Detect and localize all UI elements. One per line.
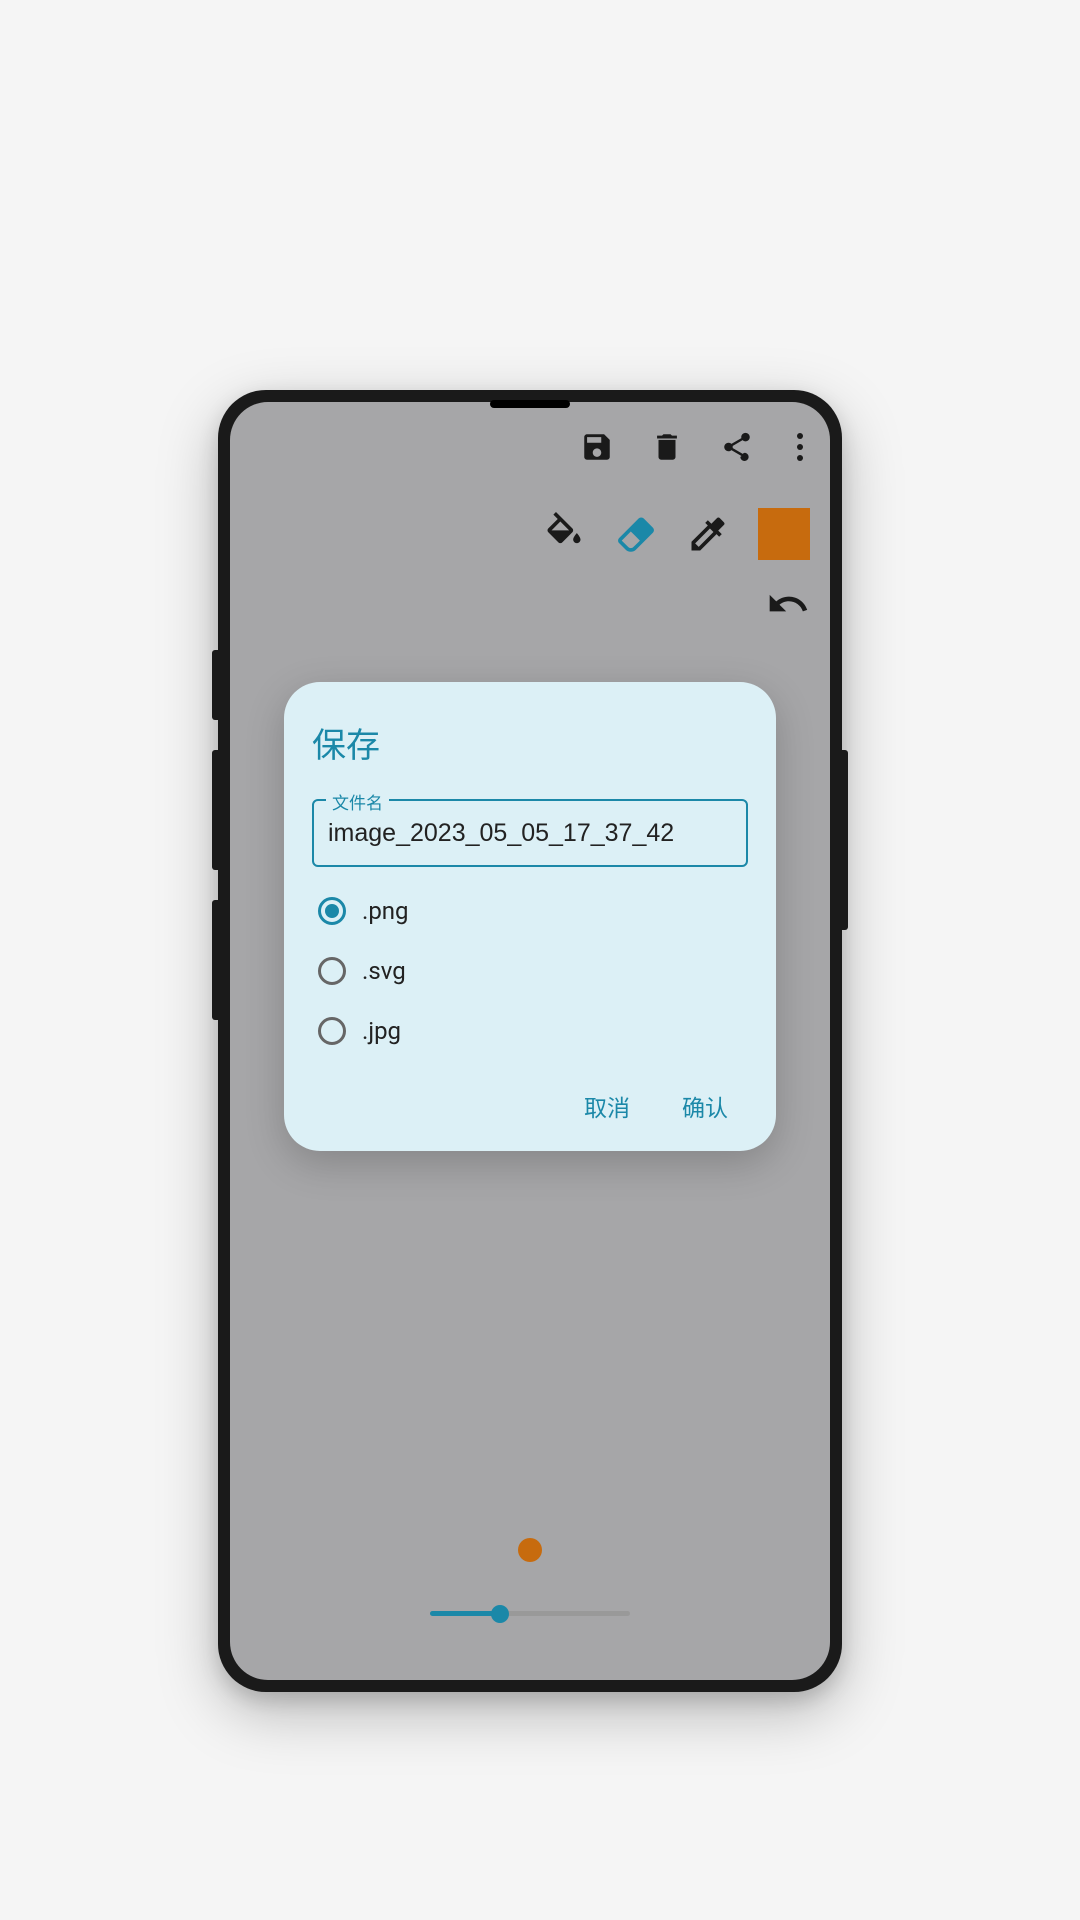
eyedropper-icon[interactable] xyxy=(686,512,730,556)
filename-input-wrapper: 文件名 xyxy=(312,799,748,867)
filename-label: 文件名 xyxy=(326,789,389,814)
format-radio-png[interactable]: .png xyxy=(318,897,748,925)
save-dialog: 保存 文件名 .png .svg .jpg xyxy=(284,682,776,1151)
phone-notch xyxy=(490,400,570,408)
slider-thumb[interactable] xyxy=(491,1605,509,1623)
color-swatch[interactable] xyxy=(758,508,810,560)
confirm-button[interactable]: 确认 xyxy=(682,1089,728,1123)
radio-circle-icon xyxy=(318,897,346,925)
radio-circle-icon xyxy=(318,957,346,985)
app-screen: 保存 文件名 .png .svg .jpg xyxy=(230,402,830,1680)
trash-icon[interactable] xyxy=(650,430,684,464)
dialog-title: 保存 xyxy=(312,718,748,767)
save-icon[interactable] xyxy=(580,430,614,464)
share-icon[interactable] xyxy=(720,430,754,464)
brush-size-preview xyxy=(518,1538,542,1562)
tools-row xyxy=(542,508,810,560)
dialog-actions: 取消 确认 xyxy=(312,1089,748,1123)
phone-side-button xyxy=(212,650,218,720)
undo-icon[interactable] xyxy=(766,582,810,626)
phone-side-button xyxy=(842,750,848,930)
radio-label: .svg xyxy=(362,957,406,985)
format-radio-group: .png .svg .jpg xyxy=(312,897,748,1045)
brush-size-slider[interactable] xyxy=(430,1611,630,1616)
eraser-icon[interactable] xyxy=(614,512,658,556)
top-toolbar xyxy=(580,430,810,464)
radio-circle-icon xyxy=(318,1017,346,1045)
phone-side-button xyxy=(212,750,218,870)
paint-bucket-icon[interactable] xyxy=(542,512,586,556)
radio-label: .jpg xyxy=(362,1017,401,1045)
overflow-menu-icon[interactable] xyxy=(790,430,810,464)
format-radio-svg[interactable]: .svg xyxy=(318,957,748,985)
phone-frame: 保存 文件名 .png .svg .jpg xyxy=(218,390,842,1692)
slider-fill xyxy=(430,1611,500,1616)
radio-label: .png xyxy=(362,897,409,925)
phone-side-button xyxy=(212,900,218,1020)
format-radio-jpg[interactable]: .jpg xyxy=(318,1017,748,1045)
cancel-button[interactable]: 取消 xyxy=(584,1089,630,1123)
